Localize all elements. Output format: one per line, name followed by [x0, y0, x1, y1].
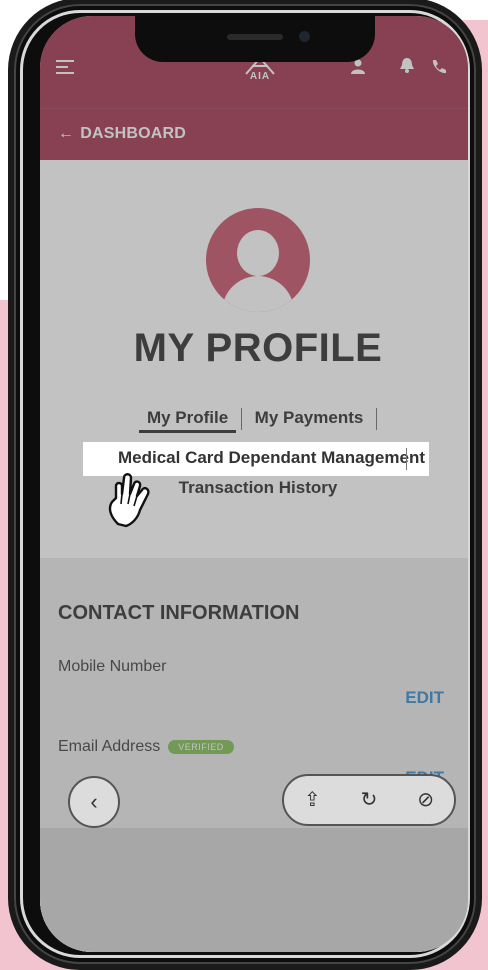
tab-medical-card-dependant-management[interactable]: Medical Card Dependant Management	[118, 448, 425, 468]
chevron-left-icon: ‹	[90, 789, 98, 814]
tab-divider	[376, 408, 378, 430]
share-icon[interactable]: ⇪	[304, 790, 321, 810]
hand-pointer-icon	[104, 464, 160, 528]
page-title: MY PROFILE	[133, 326, 383, 370]
mobile-number-label: Mobile Number	[58, 658, 167, 675]
email-address-row: Email Address VERIFIED	[58, 738, 234, 756]
edit-mobile-button[interactable]: EDIT	[405, 688, 444, 708]
back-arrow-icon: ←	[58, 125, 75, 142]
avatar-body	[222, 276, 294, 312]
section-title: CONTACT INFORMATION	[58, 602, 300, 624]
back-to-dashboard-link[interactable]: ← DASHBOARD	[58, 125, 186, 143]
avatar-head	[237, 230, 279, 276]
logo-text: AIA	[249, 71, 271, 82]
verified-badge: VERIFIED	[168, 739, 234, 754]
tab-my-payments[interactable]: My Payments	[247, 408, 372, 428]
compass-icon[interactable]: ⊘	[417, 790, 434, 810]
bell-icon[interactable]	[398, 56, 416, 77]
avatar	[206, 208, 310, 312]
browser-toolbar: ‹ ⇪ ↻ ⊘	[40, 768, 468, 828]
tab-divider	[406, 448, 407, 470]
dashboard-label: DASHBOARD	[80, 125, 187, 142]
browser-actions-pill: ⇪ ↻ ⊘	[282, 774, 456, 826]
profile-tabs-row: My Profile My Payments	[40, 408, 468, 434]
tab-divider	[240, 408, 242, 430]
email-address-label: Email Address	[58, 738, 161, 755]
phone-notch	[135, 16, 375, 62]
speaker-grille	[227, 34, 283, 40]
menu-icon[interactable]	[56, 60, 74, 78]
phone-icon[interactable]	[430, 58, 448, 79]
tab-my-profile[interactable]: My Profile	[138, 408, 237, 434]
browser-bottom-area	[40, 828, 468, 952]
camera-dot	[299, 31, 310, 42]
browser-back-button[interactable]: ‹	[68, 776, 120, 828]
dashboard-bar: ← DASHBOARD	[40, 108, 468, 161]
app-screen: AIA ← DASHBOARD MY PROFILE My Profile My…	[40, 16, 468, 952]
reload-icon[interactable]: ↻	[361, 790, 378, 810]
